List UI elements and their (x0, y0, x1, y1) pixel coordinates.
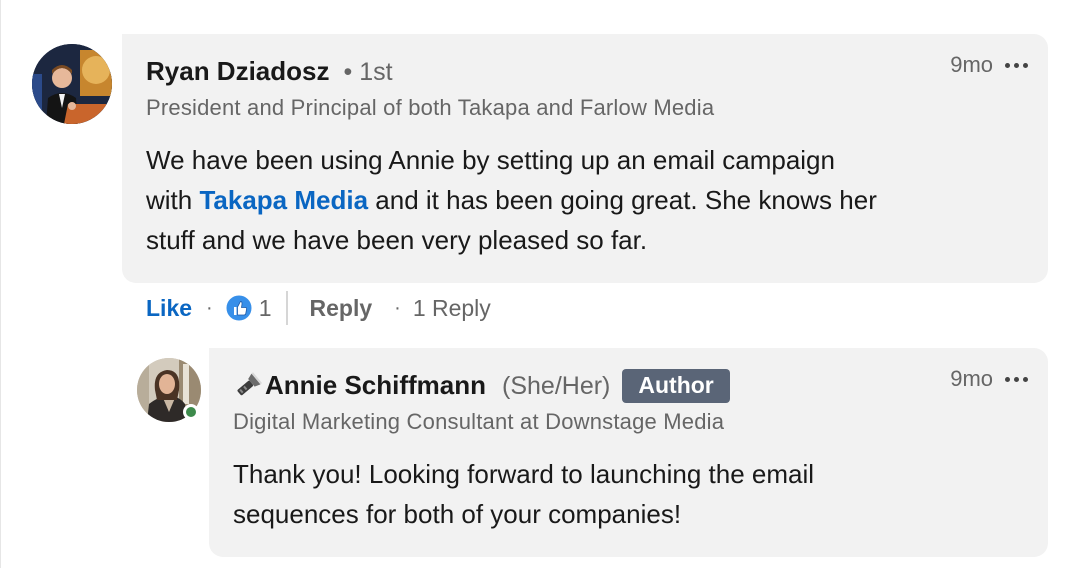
reply-author-row: Annie Schiffmann (She/Her) Author (233, 368, 730, 404)
thumbs-up-icon[interactable] (225, 294, 253, 322)
comment-author-row: Ryan Dziadosz • 1st (146, 56, 393, 87)
pronouns: (She/Her) (502, 372, 611, 400)
comment-meta: 9mo (950, 52, 1030, 78)
comment-timestamp: 9mo (950, 52, 993, 77)
reply-text: Thank you! Looking forward to launching … (233, 454, 814, 534)
avatar[interactable] (32, 44, 112, 124)
comment-text-line2-before: with (146, 185, 200, 215)
reply-button[interactable]: Reply (310, 295, 373, 322)
more-horizontal-icon[interactable] (1003, 59, 1030, 72)
left-divider (0, 0, 1, 568)
comment-bubble: Ryan Dziadosz • 1st President and Princi… (122, 34, 1048, 283)
comment-text-line3: stuff and we have been very pleased so f… (146, 225, 648, 255)
reply-author-headline: Digital Marketing Consultant at Downstag… (233, 409, 725, 434)
replies-count-link[interactable]: 1 Reply (413, 295, 491, 322)
reply-meta: 9mo (950, 366, 1030, 392)
separator-dot: · (394, 296, 401, 319)
reply-text-line2: sequences for both of your companies! (233, 499, 682, 529)
reaction-count[interactable]: 1 (259, 295, 272, 322)
reply-timestamp: 9mo (950, 366, 993, 391)
action-divider (285, 291, 288, 325)
comment-author-headline: President and Principal of both Takapa a… (146, 95, 715, 120)
profile-photo (32, 44, 112, 124)
comment-author-name[interactable]: Ryan Dziadosz (146, 56, 330, 87)
connection-degree: • 1st (343, 58, 393, 86)
mention-link[interactable]: Takapa Media (199, 185, 368, 215)
like-button[interactable]: Like (146, 295, 192, 322)
flashlight-icon (233, 372, 263, 398)
comment-text-line1: We have been using Annie by setting up a… (146, 145, 835, 175)
comment-text: We have been using Annie by setting up a… (146, 140, 877, 260)
reply-author-name[interactable]: Annie Schiffmann (265, 370, 486, 401)
comment-actions: Like · 1 Reply · 1 Reply (146, 291, 491, 325)
author-badge: Author (622, 369, 730, 403)
comment-text-line2-after: and it has been going great. She knows h… (368, 185, 877, 215)
separator-dot: · (206, 296, 213, 319)
online-status-indicator (183, 404, 199, 420)
more-horizontal-icon[interactable] (1003, 373, 1030, 386)
reply-text-line1: Thank you! Looking forward to launching … (233, 459, 815, 489)
reply-bubble: Annie Schiffmann (She/Her) Author Digita… (209, 348, 1048, 557)
